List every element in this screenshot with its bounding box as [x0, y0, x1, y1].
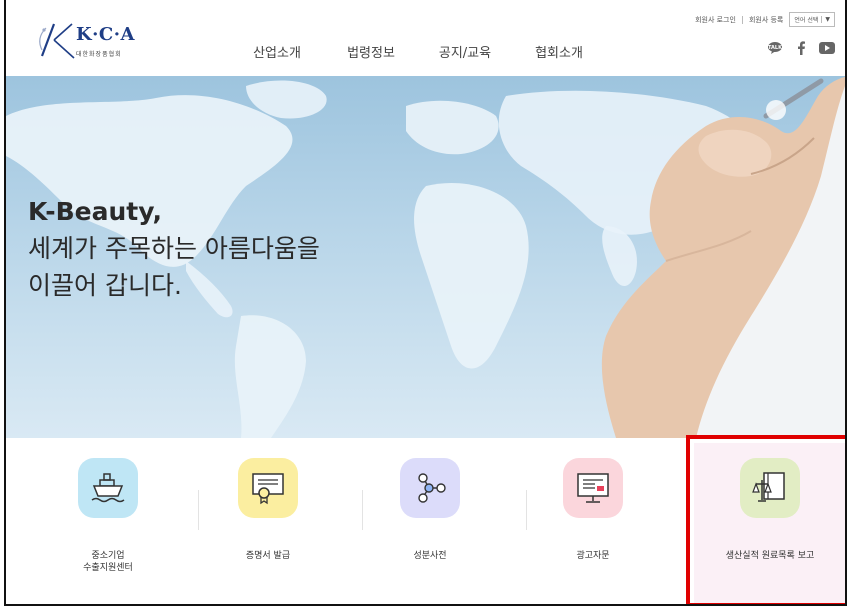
page-frame: K·C·A 대한화장품협회 산업소개 법령정보 공지/교육 협회소개 회원사 로… — [4, 0, 847, 606]
util-divider — [741, 15, 743, 24]
quick-item-label-line1: 성분사전 — [413, 551, 447, 561]
nav-item-notice[interactable]: 공지/교육 — [418, 42, 512, 61]
logo-text: K·C·A — [76, 24, 135, 45]
hero-copy: K-Beauty, 세계가 주목하는 아름다움을 이끌어 갑니다. — [28, 194, 320, 304]
quick-item-ad-consulting[interactable]: 광고자문 — [523, 458, 663, 562]
main-nav: 산업소개 법령정보 공지/교육 협회소개 — [230, 42, 606, 61]
hero-subline-1: 세계가 주목하는 아름다움을 — [28, 234, 320, 263]
chevron-down-icon: ▼ — [821, 16, 830, 23]
nav-item-law[interactable]: 법령정보 — [324, 42, 418, 61]
quick-item-label: 증명서 발급 — [198, 550, 338, 562]
quick-item-export-center[interactable]: 중소기업 수출지원센터 — [38, 458, 178, 574]
certificate-icon — [238, 458, 298, 518]
quick-item-certificate[interactable]: 증명서 발급 — [198, 458, 338, 562]
header: K·C·A 대한화장품협회 산업소개 법령정보 공지/교육 협회소개 회원사 로… — [6, 0, 845, 76]
nav-item-about[interactable]: 협회소개 — [512, 42, 606, 61]
quick-item-label: 성분사전 — [360, 550, 500, 562]
logo-subtitle: 대한화장품협회 — [76, 51, 122, 58]
quick-item-ingredient-dictionary[interactable]: 성분사전 — [360, 458, 500, 562]
highlight-box — [686, 435, 845, 604]
member-login-link[interactable]: 회원사 로그인 — [695, 15, 736, 25]
language-select[interactable]: 언어 선택 ▼ — [789, 12, 835, 27]
quick-item-label-line1: 광고자문 — [576, 551, 610, 561]
quick-item-label: 광고자문 — [523, 550, 663, 562]
ship-icon — [78, 458, 138, 518]
quick-item-label: 중소기업 수출지원센터 — [38, 550, 178, 574]
quick-menu: 중소기업 수출지원센터 증명서 발급 성분사전 광고자문 생산실적 원료목록 보… — [6, 435, 845, 604]
logo[interactable]: K·C·A 대한화장품협회 — [32, 16, 152, 64]
youtube-icon[interactable] — [819, 40, 835, 56]
member-register-link[interactable]: 회원사 등록 — [749, 15, 783, 25]
quick-item-label-line1: 중소기업 — [91, 551, 125, 561]
hero-headline: K-Beauty, — [28, 197, 163, 226]
utility-bar: 회원사 로그인 회원사 등록 언어 선택 ▼ — [695, 12, 835, 27]
talk-icon[interactable]: TALK — [767, 40, 783, 56]
molecule-icon — [400, 458, 460, 518]
facebook-icon[interactable] — [793, 40, 809, 56]
logo-mark-icon — [39, 23, 75, 59]
svg-text:TALK: TALK — [768, 45, 782, 51]
quick-item-label-line2: 수출지원센터 — [83, 563, 133, 573]
sns-links: TALK — [767, 40, 835, 56]
hero-banner: K-Beauty, 세계가 주목하는 아름다움을 이끌어 갑니다. — [6, 76, 845, 438]
quick-item-label-line1: 증명서 발급 — [245, 551, 291, 561]
language-select-label: 언어 선택 — [794, 17, 819, 24]
hero-subline-2: 이끌어 갑니다. — [28, 271, 182, 300]
monitor-icon — [563, 458, 623, 518]
nav-item-industry[interactable]: 산업소개 — [230, 42, 324, 61]
